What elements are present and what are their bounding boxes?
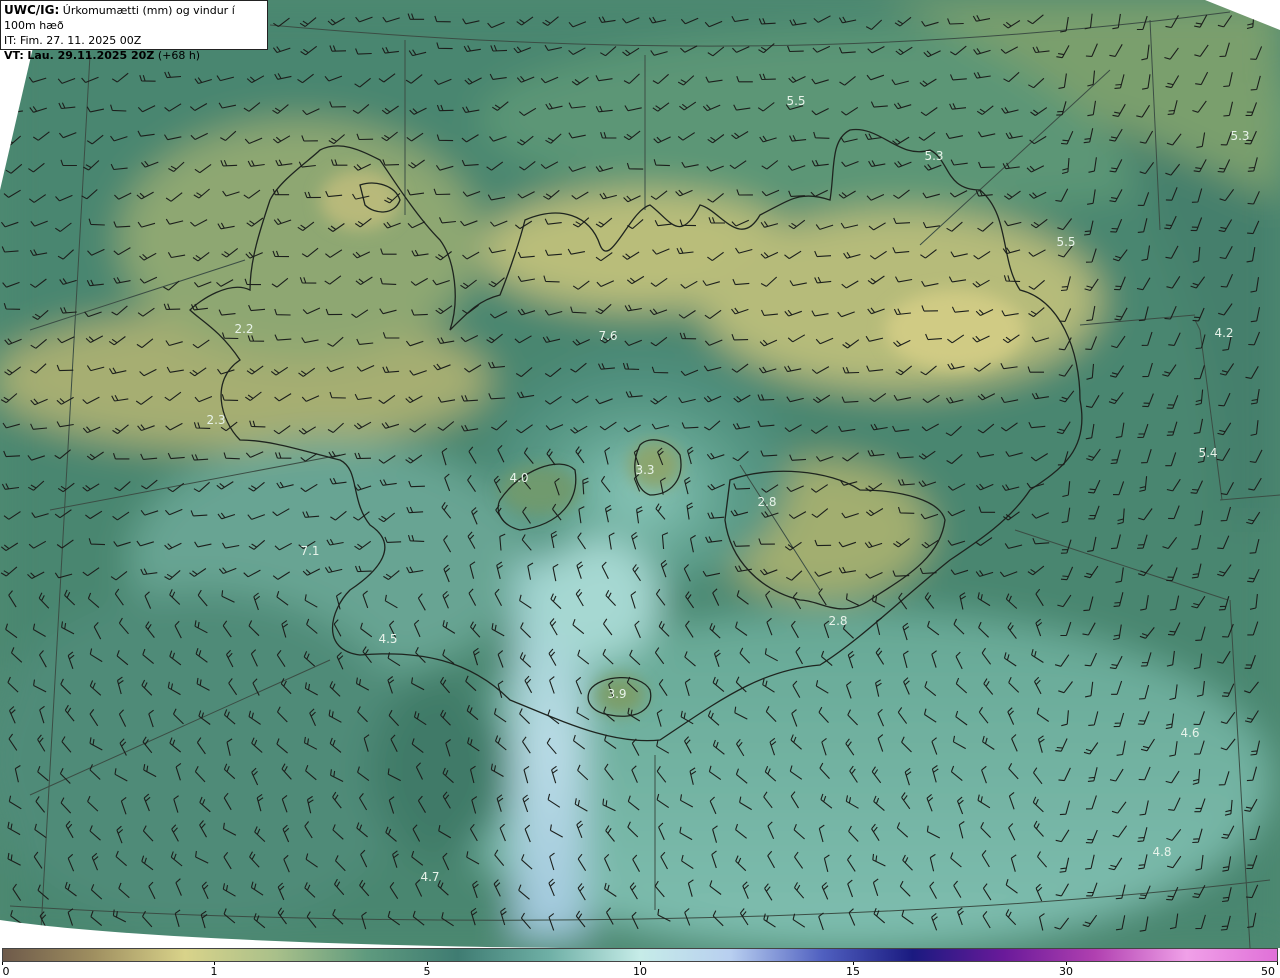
map-label: 4.6 — [1180, 726, 1199, 740]
map-label: 5.5 — [786, 94, 805, 108]
weather-map: 5.5 5.3 5.3 5.5 4.2 5.4 7.6 4.0 3.3 2.8 … — [0, 0, 1280, 948]
map-label: 2.8 — [757, 495, 776, 509]
colorbar-tick-mark — [1277, 962, 1278, 965]
valid-time: Lau. 29.11.2025 20Z — [27, 49, 155, 62]
init-time: IT: Fim. 27. 11. 2025 00Z — [4, 34, 142, 47]
map-label: 5.3 — [1230, 129, 1249, 143]
colorbar: 0 1 5 10 15 30 50 — [0, 948, 1280, 978]
map-label: 5.5 — [1056, 235, 1075, 249]
colorbar-tick-label: 30 — [1059, 965, 1073, 978]
map-label: 5.3 — [924, 149, 943, 163]
map-label: 4.7 — [420, 870, 439, 884]
map-label: 5.4 — [1198, 446, 1217, 460]
map-label: 4.5 — [378, 632, 397, 646]
map-label: 4.8 — [1152, 845, 1171, 859]
title-line-3: VT: Lau. 29.11.2025 20Z (+68 h) — [4, 48, 264, 63]
lead-time: (+68 h) — [157, 49, 201, 62]
title-line-1: UWC/IG: Úrkomumætti (mm) og vindur í 100… — [4, 3, 264, 33]
map-label: 2.3 — [206, 413, 225, 427]
map-title-box: UWC/IG: Úrkomumætti (mm) og vindur í 100… — [0, 0, 268, 62]
colorbar-tick-label: 5 — [423, 965, 431, 978]
model-name: UWC/IG: — [4, 3, 60, 17]
map-label: 7.1 — [300, 544, 319, 558]
colorbar-tick-label: 0 — [2, 965, 10, 978]
colorbar-tick-label: 1 — [210, 965, 218, 978]
map-label: 3.3 — [635, 463, 654, 477]
map-label: 2.2 — [234, 322, 253, 336]
colorbar-strip — [2, 948, 1278, 962]
map-label: 7.6 — [598, 329, 617, 343]
colorbar-tick-label: 10 — [633, 965, 647, 978]
colorbar-tick-label: 50 — [1261, 965, 1275, 978]
map-label: 4.2 — [1214, 326, 1233, 340]
map-label: 2.8 — [828, 614, 847, 628]
colorbar-tick-label: 15 — [846, 965, 860, 978]
map-label: 3.9 — [607, 687, 626, 701]
map-label: 4.0 — [509, 471, 528, 485]
valid-prefix: VT: — [4, 49, 24, 62]
